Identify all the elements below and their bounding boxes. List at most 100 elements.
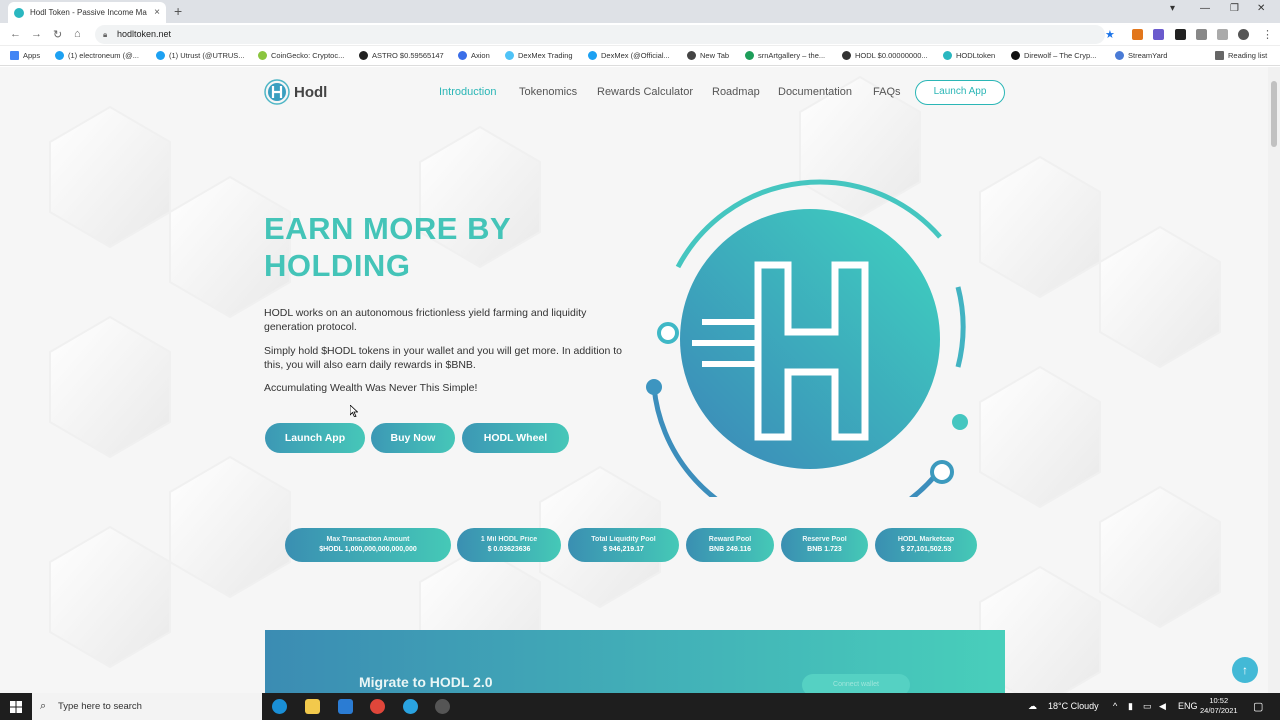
bookmark-item[interactable]: Direwolf – The Cryp... bbox=[1011, 51, 1096, 60]
media-icon[interactable] bbox=[1217, 29, 1228, 40]
hero-paragraph-3: Accumulating Wealth Was Never This Simpl… bbox=[264, 382, 478, 394]
profile-avatar[interactable] bbox=[1238, 29, 1249, 40]
stat-value: $ 27,101,502.53 bbox=[900, 546, 952, 553]
search-icon: ⌕ bbox=[40, 700, 47, 712]
hero-paragraph-1: HODL works on an autonomous frictionless… bbox=[264, 307, 587, 333]
connect-wallet-button[interactable]: Connect wallet bbox=[802, 674, 910, 693]
stat-price: 1 Mil HODL Price $ 0.03623636 bbox=[457, 528, 561, 562]
tray-chevron-icon[interactable]: ^ bbox=[1113, 701, 1117, 711]
notifications-icon[interactable]: ▢ bbox=[1253, 700, 1263, 713]
browser-tab-strip: Hodl Token - Passive Income Ma × + ▾ — ❐… bbox=[0, 0, 1280, 23]
stat-value: BNB 1.723 bbox=[807, 546, 842, 553]
stat-label: Total Liquidity Pool bbox=[591, 536, 656, 543]
system-clock[interactable]: 10:52 24/07/2021 bbox=[1200, 696, 1238, 716]
browser-tab[interactable]: Hodl Token - Passive Income Ma × bbox=[8, 2, 166, 23]
page-scrollbar[interactable] bbox=[1268, 67, 1280, 693]
nav-tokenomics[interactable]: Tokenomics bbox=[519, 86, 577, 98]
mail-icon[interactable] bbox=[338, 699, 353, 714]
scroll-to-top-button[interactable]: ↑ bbox=[1232, 657, 1258, 683]
close-window-icon[interactable]: ✕ bbox=[1257, 3, 1265, 14]
scrollbar-thumb[interactable] bbox=[1271, 81, 1277, 147]
twitter-icon bbox=[156, 51, 165, 60]
puzzle-extensions-icon[interactable] bbox=[1196, 29, 1207, 40]
apps-grid-icon bbox=[10, 51, 19, 60]
new-tab-button[interactable]: + bbox=[174, 3, 182, 19]
home-icon[interactable]: ⌂ bbox=[74, 28, 81, 40]
clock-time: 10:52 bbox=[1209, 696, 1229, 705]
nav-roadmap[interactable]: Roadmap bbox=[712, 86, 760, 98]
nav-documentation[interactable]: Documentation bbox=[778, 86, 852, 98]
tab-close-icon[interactable]: × bbox=[154, 7, 160, 18]
stat-label: Max Transaction Amount bbox=[326, 536, 410, 543]
launch-app-button[interactable]: Launch App bbox=[265, 423, 365, 453]
migrate-banner: Migrate to HODL 2.0 Connect wallet bbox=[265, 630, 1005, 693]
network-icon[interactable]: ▭ bbox=[1143, 701, 1152, 712]
extension-icon[interactable] bbox=[1153, 29, 1164, 40]
volume-icon[interactable]: ◀ bbox=[1159, 701, 1166, 712]
buy-now-button[interactable]: Buy Now bbox=[371, 423, 455, 453]
hodl-emblem-icon bbox=[646, 179, 968, 497]
launch-app-header-button[interactable]: Launch App bbox=[915, 80, 1005, 105]
taskbar-search-input[interactable]: ⌕ Type here to search bbox=[32, 693, 262, 720]
axion-icon bbox=[458, 51, 467, 60]
hero-title: EARN MORE BY HOLDING bbox=[264, 211, 511, 283]
url-input[interactable]: 🔒︎ hodltoken.net bbox=[95, 25, 1105, 44]
gallery-icon bbox=[745, 51, 754, 60]
direwolf-icon bbox=[1011, 51, 1020, 60]
bookmark-star-icon[interactable]: ★ bbox=[1105, 28, 1115, 41]
bookmark-item[interactable]: Axion bbox=[458, 51, 490, 60]
weather-text[interactable]: 18°C Cloudy bbox=[1048, 701, 1099, 711]
migrate-title: Migrate to HODL 2.0 bbox=[359, 674, 493, 690]
chrome-icon[interactable] bbox=[370, 699, 385, 714]
bookmark-item[interactable]: New Tab bbox=[687, 51, 729, 60]
stat-marketcap: HODL Marketcap $ 27,101,502.53 bbox=[875, 528, 977, 562]
bookmark-item[interactable]: HODLtoken bbox=[943, 51, 995, 60]
bookmark-item[interactable]: (1) electroneum (@... bbox=[55, 51, 139, 60]
streamyard-icon bbox=[1115, 51, 1124, 60]
app-icon[interactable] bbox=[435, 699, 450, 714]
reading-list[interactable]: Reading list bbox=[1215, 51, 1267, 60]
logo-text: Hodl bbox=[294, 83, 328, 101]
stat-value: $ 946,219.17 bbox=[603, 546, 644, 553]
back-icon[interactable]: ← bbox=[10, 28, 21, 40]
url-text: hodltoken.net bbox=[117, 29, 172, 39]
hexagon-background bbox=[49, 75, 1221, 693]
metamask-extension-icon[interactable] bbox=[1132, 29, 1143, 40]
bookmark-item[interactable]: DexMex (@Official... bbox=[588, 51, 670, 60]
bookmark-item[interactable]: CoinGecko: Cryptoc... bbox=[258, 51, 344, 60]
mouse-cursor-icon bbox=[350, 405, 358, 417]
bookmark-item[interactable]: (1) Utrust (@UTRUS... bbox=[156, 51, 245, 60]
tray-app-icon[interactable]: ▮ bbox=[1128, 701, 1133, 712]
file-explorer-icon[interactable] bbox=[305, 699, 320, 714]
edge-icon[interactable] bbox=[272, 699, 287, 714]
browser-menu-icon[interactable]: ⋮ bbox=[1262, 28, 1273, 41]
weather-icon[interactable]: ☁ bbox=[1028, 701, 1037, 712]
nav-faqs[interactable]: FAQs bbox=[873, 86, 901, 98]
bookmarks-bar: Apps (1) electroneum (@... (1) Utrust (@… bbox=[0, 46, 1280, 66]
telegram-icon[interactable] bbox=[403, 699, 418, 714]
extension-icon[interactable] bbox=[1175, 29, 1186, 40]
bookmark-item[interactable]: ASTRO $0.59565147 bbox=[359, 51, 444, 60]
windows-start-icon[interactable] bbox=[10, 701, 22, 713]
profile-dropdown-icon[interactable]: ▾ bbox=[1170, 3, 1175, 14]
bookmark-apps[interactable]: Apps bbox=[10, 51, 40, 60]
clock-date: 24/07/2021 bbox=[1200, 706, 1238, 715]
nav-rewards-calculator[interactable]: Rewards Calculator bbox=[597, 86, 693, 98]
bookmark-item[interactable]: DexMex Trading bbox=[505, 51, 573, 60]
stat-label: Reserve Pool bbox=[802, 536, 847, 543]
reload-icon[interactable]: ↻ bbox=[53, 28, 62, 41]
bookmark-item[interactable]: srnArtgallery – the... bbox=[745, 51, 825, 60]
search-placeholder: Type here to search bbox=[58, 701, 142, 712]
hodl-wheel-button[interactable]: HODL Wheel bbox=[462, 423, 569, 453]
twitter-icon bbox=[588, 51, 597, 60]
restore-icon[interactable]: ❐ bbox=[1230, 3, 1239, 14]
stat-value: BNB 249.116 bbox=[708, 546, 752, 553]
forward-icon[interactable]: → bbox=[31, 28, 42, 40]
minimize-icon[interactable]: — bbox=[1200, 3, 1210, 14]
bookmark-item[interactable]: StreamYard bbox=[1115, 51, 1167, 60]
bookmark-item[interactable]: HODL $0.00000000... bbox=[842, 51, 928, 60]
stat-value: $HODL 1,000,000,000,000,000 bbox=[319, 546, 417, 553]
site-logo[interactable]: Hodl bbox=[264, 79, 327, 105]
nav-introduction[interactable]: Introduction bbox=[439, 86, 496, 98]
language-indicator[interactable]: ENG bbox=[1178, 701, 1198, 711]
